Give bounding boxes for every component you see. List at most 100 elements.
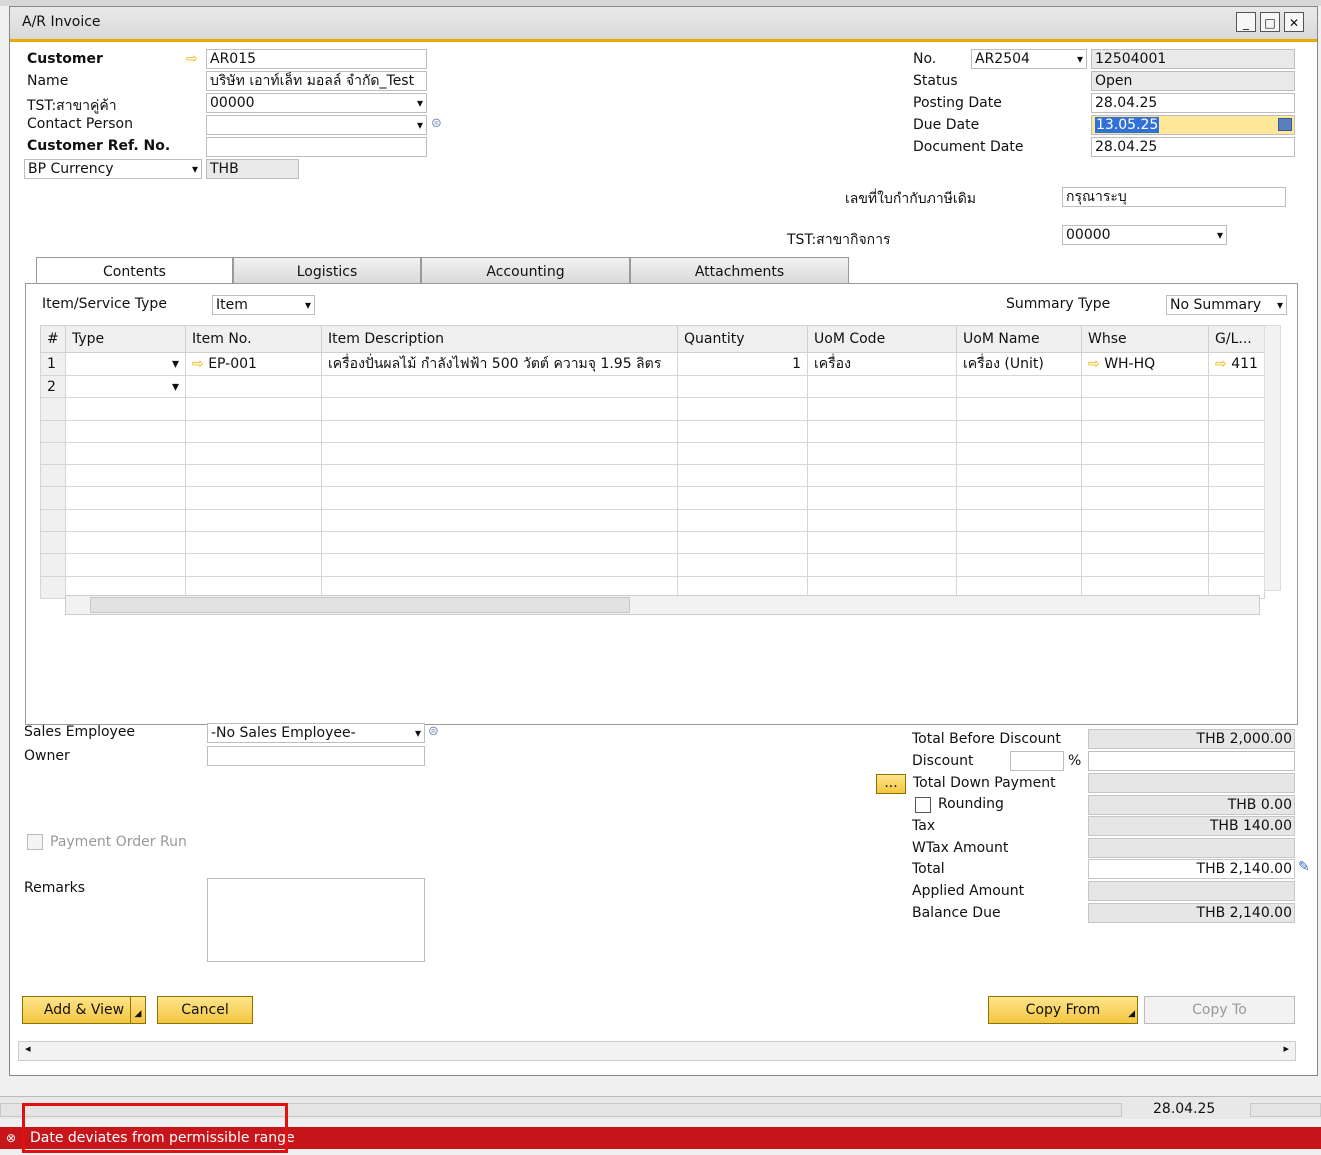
description-cell[interactable]: [321, 374, 678, 399]
due-date-label: Due Date: [913, 117, 980, 133]
scroll-right-icon[interactable]: ▸: [1283, 1042, 1289, 1055]
document-date-field[interactable]: 28.04.25: [1091, 137, 1295, 157]
window-horizontal-scrollbar[interactable]: ◂ ▸: [18, 1041, 1296, 1061]
item-no-cell[interactable]: ⇨ EP-001: [185, 352, 322, 376]
list-icon[interactable]: ⊜: [428, 724, 439, 739]
uom-code-cell[interactable]: [807, 374, 957, 399]
tab-logistics[interactable]: Logistics: [233, 257, 421, 285]
uom-code-cell[interactable]: เครื่อง: [807, 352, 957, 376]
contact-select[interactable]: [206, 115, 427, 135]
calendar-icon[interactable]: [1278, 118, 1292, 131]
table-row: [40, 441, 1265, 466]
col-header[interactable]: Quantity: [677, 325, 808, 353]
discount-percent-field[interactable]: [1010, 751, 1064, 771]
highlight-box: [22, 1103, 288, 1153]
total-down-payment-value: [1088, 773, 1295, 793]
applied-amount-value: [1088, 881, 1295, 901]
whse-cell[interactable]: [1081, 374, 1209, 399]
balance-due-label: Balance Due: [912, 905, 1001, 921]
close-icon[interactable]: ✕: [1284, 12, 1304, 32]
document-date-label: Document Date: [913, 139, 1024, 155]
list-icon[interactable]: ⊜: [431, 116, 442, 131]
link-arrow-icon[interactable]: ⇨: [192, 356, 208, 372]
whse-text: WH-HQ: [1104, 356, 1156, 372]
scroll-left-icon[interactable]: ◂: [25, 1042, 31, 1055]
branch-select[interactable]: 00000: [206, 93, 427, 113]
owner-field[interactable]: [207, 746, 425, 766]
table-row[interactable]: 1 ▾ ⇨ EP-001 เครื่องปั่นผลไม้ กำลังไฟฟ้า…: [40, 352, 1265, 376]
table-row[interactable]: 2 ▾: [40, 374, 1265, 399]
due-date-field[interactable]: 13.05.25: [1091, 115, 1295, 135]
table-row: [40, 464, 1265, 488]
biz-branch-label: TST:สาขากิจการ: [787, 232, 891, 248]
down-payment-more-button[interactable]: ...: [876, 774, 906, 794]
cancel-button[interactable]: Cancel: [157, 996, 253, 1024]
status-label: Status: [913, 73, 958, 89]
uom-name-cell[interactable]: เครื่อง (Unit): [956, 352, 1082, 376]
doc-no-field: 12504001: [1091, 49, 1295, 69]
tab-accounting[interactable]: Accounting: [421, 257, 630, 285]
summary-type-label: Summary Type: [1006, 296, 1111, 312]
row-type-select[interactable]: ▾: [65, 352, 186, 376]
whse-cell[interactable]: ⇨ WH-HQ: [1081, 352, 1209, 376]
maximize-icon[interactable]: □: [1260, 12, 1280, 32]
pen-icon[interactable]: ✎: [1298, 859, 1310, 875]
gl-cell[interactable]: ⇨ 411: [1208, 352, 1265, 376]
copy-from-button[interactable]: Copy From ◢: [988, 996, 1138, 1024]
discount-amount-field[interactable]: [1088, 751, 1295, 771]
description-cell[interactable]: เครื่องปั่นผลไม้ กำลังไฟฟ้า 500 วัตต์ คว…: [321, 352, 678, 376]
tax-ref-field[interactable]: กรุณาระบุ: [1062, 187, 1286, 207]
item-service-type-select[interactable]: Item: [212, 295, 315, 315]
total-before-discount-label: Total Before Discount: [912, 731, 1061, 747]
remarks-textarea[interactable]: [207, 878, 425, 962]
link-arrow-icon[interactable]: ⇨: [1088, 356, 1104, 372]
rounding-checkbox[interactable]: [915, 797, 931, 813]
gl-cell[interactable]: [1208, 374, 1265, 399]
customer-ref-field[interactable]: [206, 137, 427, 157]
applied-amount-label: Applied Amount: [912, 883, 1025, 899]
col-header[interactable]: Whse: [1081, 325, 1209, 353]
customer-ref-label: Customer Ref. No.: [27, 138, 171, 154]
table-row: [40, 397, 1265, 421]
link-arrow-icon[interactable]: ⇨: [186, 51, 198, 67]
uom-name-cell[interactable]: [956, 374, 1082, 399]
link-arrow-icon[interactable]: ⇨: [1215, 356, 1231, 372]
col-header[interactable]: Item No.: [185, 325, 322, 353]
table-header: # Type Item No. Item Description Quantit…: [40, 325, 1265, 353]
quantity-cell[interactable]: 1: [677, 352, 808, 376]
col-header[interactable]: G/L...: [1208, 325, 1265, 353]
dropdown-arrow-icon[interactable]: ◢: [130, 997, 145, 1023]
grid-horizontal-scrollbar[interactable]: [65, 595, 1260, 615]
minimize-icon[interactable]: _: [1236, 12, 1256, 32]
title-bar[interactable]: A/R Invoice _ □ ✕: [10, 7, 1317, 42]
summary-type-select[interactable]: No Summary: [1166, 295, 1287, 315]
row-type-select[interactable]: ▾: [65, 374, 186, 399]
table-row: [40, 419, 1265, 443]
biz-branch-select[interactable]: 00000: [1062, 225, 1227, 245]
item-no-cell[interactable]: [185, 374, 322, 399]
col-header[interactable]: UoM Name: [956, 325, 1082, 353]
posting-date-field[interactable]: 28.04.25: [1091, 93, 1295, 113]
series-select[interactable]: AR2504: [971, 49, 1087, 69]
customer-field[interactable]: AR015: [206, 49, 427, 69]
bp-currency-select[interactable]: BP Currency: [24, 159, 202, 179]
col-header[interactable]: UoM Code: [807, 325, 957, 353]
table-row: [40, 508, 1265, 533]
tab-attachments[interactable]: Attachments: [630, 257, 849, 285]
col-header[interactable]: Item Description: [321, 325, 678, 353]
scroll-thumb[interactable]: [90, 597, 630, 613]
tax-ref-label: เลขที่ใบกำกับภาษีเดิม: [845, 191, 977, 207]
row-number: 1: [40, 352, 66, 376]
sales-employee-select[interactable]: -No Sales Employee-: [207, 723, 425, 743]
grid-vertical-scrollbar[interactable]: [1264, 325, 1281, 591]
col-header[interactable]: Type: [65, 325, 186, 353]
quantity-cell[interactable]: [677, 374, 808, 399]
add-view-button[interactable]: Add & View ◢: [22, 996, 146, 1024]
window-title: A/R Invoice: [22, 14, 101, 30]
col-header[interactable]: #: [40, 325, 66, 353]
ar-invoice-window: A/R Invoice _ □ ✕ Customer ⇨ AR015 Name …: [9, 6, 1318, 1076]
dropdown-arrow-icon[interactable]: ◢: [1128, 997, 1135, 1031]
total-value[interactable]: THB 2,140.00: [1088, 859, 1295, 879]
name-field[interactable]: บริษัท เอาท์เล็ท มอลล์ จำกัด_Test: [206, 71, 427, 91]
payment-order-run-checkbox[interactable]: [27, 834, 43, 850]
